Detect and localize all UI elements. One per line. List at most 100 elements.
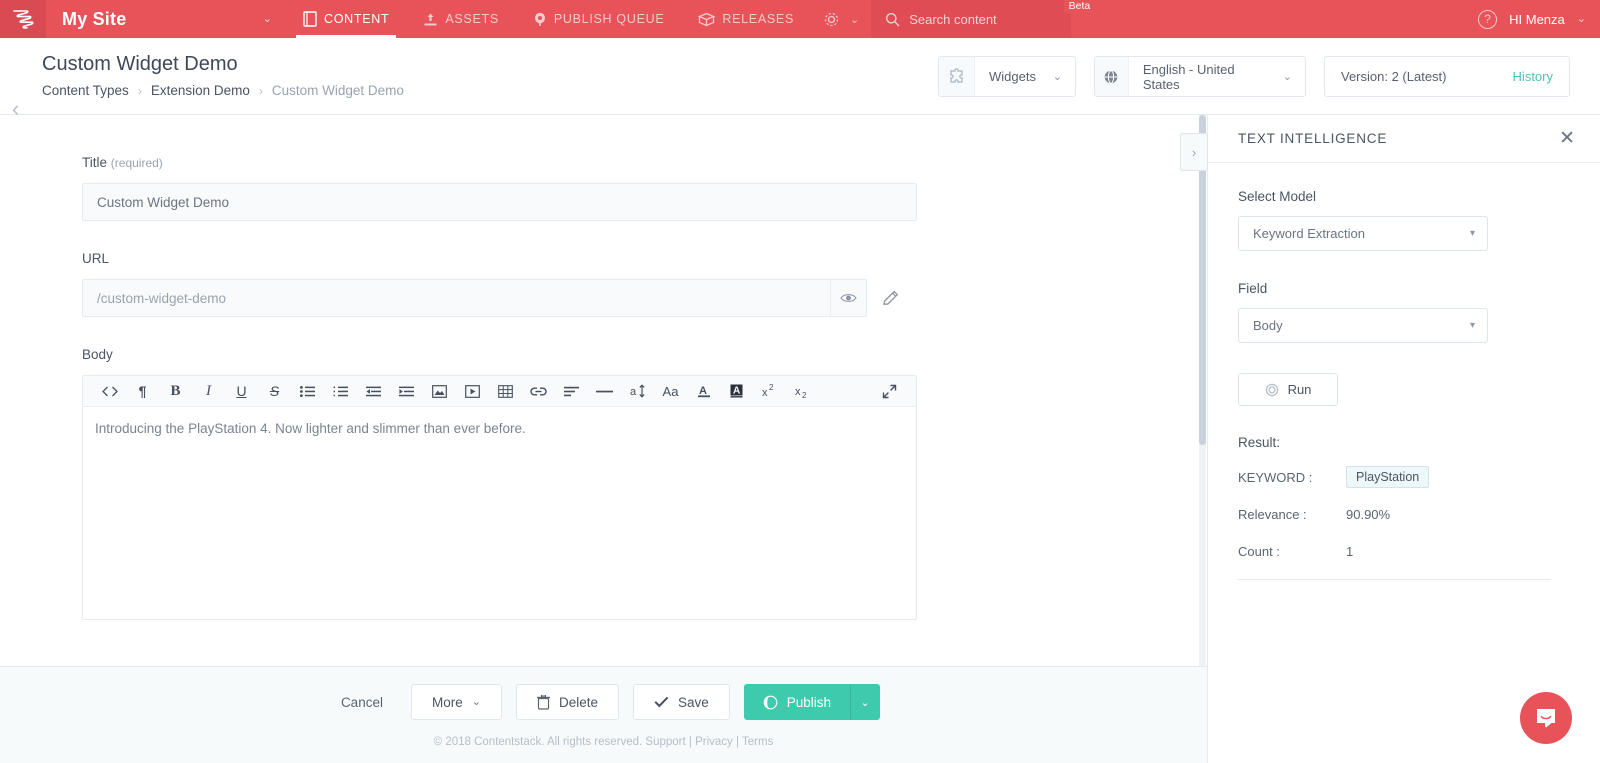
insert-link-icon[interactable] <box>522 376 555 407</box>
body-field-label: Body <box>82 347 113 362</box>
breadcrumb-item-content-types[interactable]: Content Types <box>42 83 129 98</box>
version-text: Version: 2 (Latest) <box>1341 69 1447 84</box>
align-text-icon[interactable] <box>555 376 588 407</box>
breadcrumb-item-extension-demo[interactable]: Extension Demo <box>151 83 250 98</box>
beta-badge: Beta <box>1063 0 1096 13</box>
settings-gear-button[interactable] <box>811 0 846 38</box>
history-link[interactable]: History <box>1513 69 1553 84</box>
nav-tab-releases[interactable]: RELEASES <box>681 0 811 38</box>
more-button[interactable]: More ⌄ <box>410 684 502 720</box>
publish-globe-icon <box>763 695 778 710</box>
main-scrollbar[interactable] <box>1199 115 1206 666</box>
cancel-button[interactable]: Cancel <box>327 695 397 710</box>
highlight-color-icon[interactable]: A <box>720 376 753 407</box>
chevron-down-icon: ⌄ <box>471 695 481 708</box>
insert-table-icon[interactable] <box>489 376 522 407</box>
nav-tab-label: CONTENT <box>324 12 390 26</box>
rich-text-body[interactable]: Introducing the PlayStation 4. Now light… <box>83 407 916 619</box>
result-row-relevance: Relevance : 90.90% <box>1238 503 1570 525</box>
user-greeting[interactable]: HI Menza <box>1509 12 1565 27</box>
search-icon <box>885 12 900 27</box>
main-content-area: Title (required) Custom Widget Demo URL … <box>0 115 1207 666</box>
url-input[interactable]: /custom-widget-demo <box>82 279 867 317</box>
check-icon <box>654 696 669 708</box>
select-model-dropdown[interactable]: Keyword Extraction ▾ <box>1238 216 1488 251</box>
eye-icon[interactable] <box>830 280 866 316</box>
terms-link[interactable]: Terms <box>742 736 773 748</box>
site-name: My Site <box>62 8 127 29</box>
privacy-link[interactable]: Privacy <box>695 736 733 748</box>
sidebar-body: Select Model Keyword Extraction ▾ Field … <box>1208 163 1600 580</box>
publish-chevron-down-icon[interactable]: ⌄ <box>850 684 881 720</box>
outdent-icon[interactable] <box>357 376 390 407</box>
italic-icon[interactable]: I <box>192 376 225 407</box>
pencil-edit-icon[interactable] <box>881 289 900 308</box>
field-select-label: Field <box>1238 281 1268 296</box>
widgets-dropdown[interactable]: Widgets ⌄ <box>938 56 1076 97</box>
search-input[interactable]: Search content Beta <box>871 0 1096 38</box>
paragraph-mark-icon[interactable]: ¶ <box>126 376 159 407</box>
field-select-dropdown[interactable]: Body ▾ <box>1238 308 1488 343</box>
svg-text:A: A <box>699 385 707 397</box>
bold-icon[interactable]: B <box>159 376 192 407</box>
save-button[interactable]: Save <box>632 684 730 720</box>
horizontal-rule-icon[interactable] <box>588 376 621 407</box>
site-selector[interactable]: My Site ⌄ <box>46 0 286 38</box>
publish-button[interactable]: Publish <box>743 684 851 720</box>
run-button-label: Run <box>1287 382 1312 397</box>
result-value: 90.90% <box>1346 506 1391 522</box>
code-icon[interactable] <box>93 376 126 407</box>
text-color-icon[interactable]: A <box>687 376 720 407</box>
page-header: ‹ Custom Widget Demo Content Types › Ext… <box>0 38 1600 120</box>
result-key: Count : <box>1238 543 1280 559</box>
rich-text-editor: ¶ B I U S a Aa A A x 2 x 2 Introducing t… <box>82 375 917 620</box>
sidebar-divider <box>1238 579 1551 580</box>
insert-video-icon[interactable] <box>456 376 489 407</box>
field-title: Title (required) Custom Widget Demo <box>82 155 917 221</box>
keyword-chip: PlayStation <box>1346 466 1430 488</box>
expand-fullscreen-icon[interactable] <box>873 376 906 407</box>
nav-tab-content[interactable]: CONTENT <box>286 0 406 38</box>
search-placeholder: Search content <box>909 11 997 27</box>
superscript-icon[interactable]: x2 <box>753 376 786 407</box>
contentstack-logo-icon[interactable] <box>0 0 46 38</box>
numbered-list-icon[interactable] <box>324 376 357 407</box>
strikethrough-icon[interactable]: S <box>258 376 291 407</box>
footer-action-bar: Cancel More ⌄ Delete Save Publish ⌄ © 20… <box>0 666 1207 763</box>
locale-dropdown[interactable]: English - United States ⌄ <box>1094 56 1306 97</box>
sidebar-collapse-toggle[interactable]: › <box>1180 133 1208 171</box>
nav-tab-publish-queue[interactable]: PUBLISH QUEUE <box>516 0 682 38</box>
svg-text:x: x <box>795 386 801 398</box>
chat-bubble-icon[interactable] <box>1520 692 1572 744</box>
indent-icon[interactable] <box>390 376 423 407</box>
rich-text-content: Introducing the PlayStation 4. Now light… <box>95 421 526 436</box>
trash-icon <box>536 694 550 710</box>
font-size-icon[interactable]: Aa <box>654 376 687 407</box>
publish-queue-icon <box>533 12 547 27</box>
select-model-label: Select Model <box>1238 189 1317 204</box>
copyright-label: © 2018 Contentstack. All rights reserved… <box>433 736 643 748</box>
help-icon[interactable]: ? <box>1478 9 1498 29</box>
insert-image-icon[interactable] <box>423 376 456 407</box>
chevron-down-icon: ⌄ <box>262 12 272 25</box>
title-input[interactable]: Custom Widget Demo <box>82 183 917 221</box>
result-row-count: Count : 1 <box>1238 540 1570 562</box>
publish-button-group: Publish ⌄ <box>743 684 881 720</box>
svg-text:2: 2 <box>802 391 807 398</box>
result-key: KEYWORD : <box>1238 469 1313 485</box>
line-height-icon[interactable]: a <box>621 376 654 407</box>
page-title: Custom Widget Demo <box>42 53 238 75</box>
subscript-icon[interactable]: x2 <box>786 376 819 407</box>
bulleted-list-icon[interactable] <box>291 376 324 407</box>
support-link[interactable]: Support <box>645 736 685 748</box>
close-icon[interactable]: ✕ <box>1559 129 1575 148</box>
version-box: Version: 2 (Latest) History <box>1324 56 1570 97</box>
svg-text:x: x <box>762 387 768 398</box>
nav-tab-assets[interactable]: ASSETS <box>406 0 516 38</box>
run-button[interactable]: Run <box>1238 373 1338 406</box>
delete-button[interactable]: Delete <box>515 684 619 720</box>
assets-upload-icon <box>423 12 438 27</box>
settings-chevron-down-icon[interactable]: ⌄ <box>846 0 871 38</box>
underline-icon[interactable]: U <box>225 376 258 407</box>
user-chevron-down-icon[interactable]: ⌄ <box>1577 13 1586 25</box>
